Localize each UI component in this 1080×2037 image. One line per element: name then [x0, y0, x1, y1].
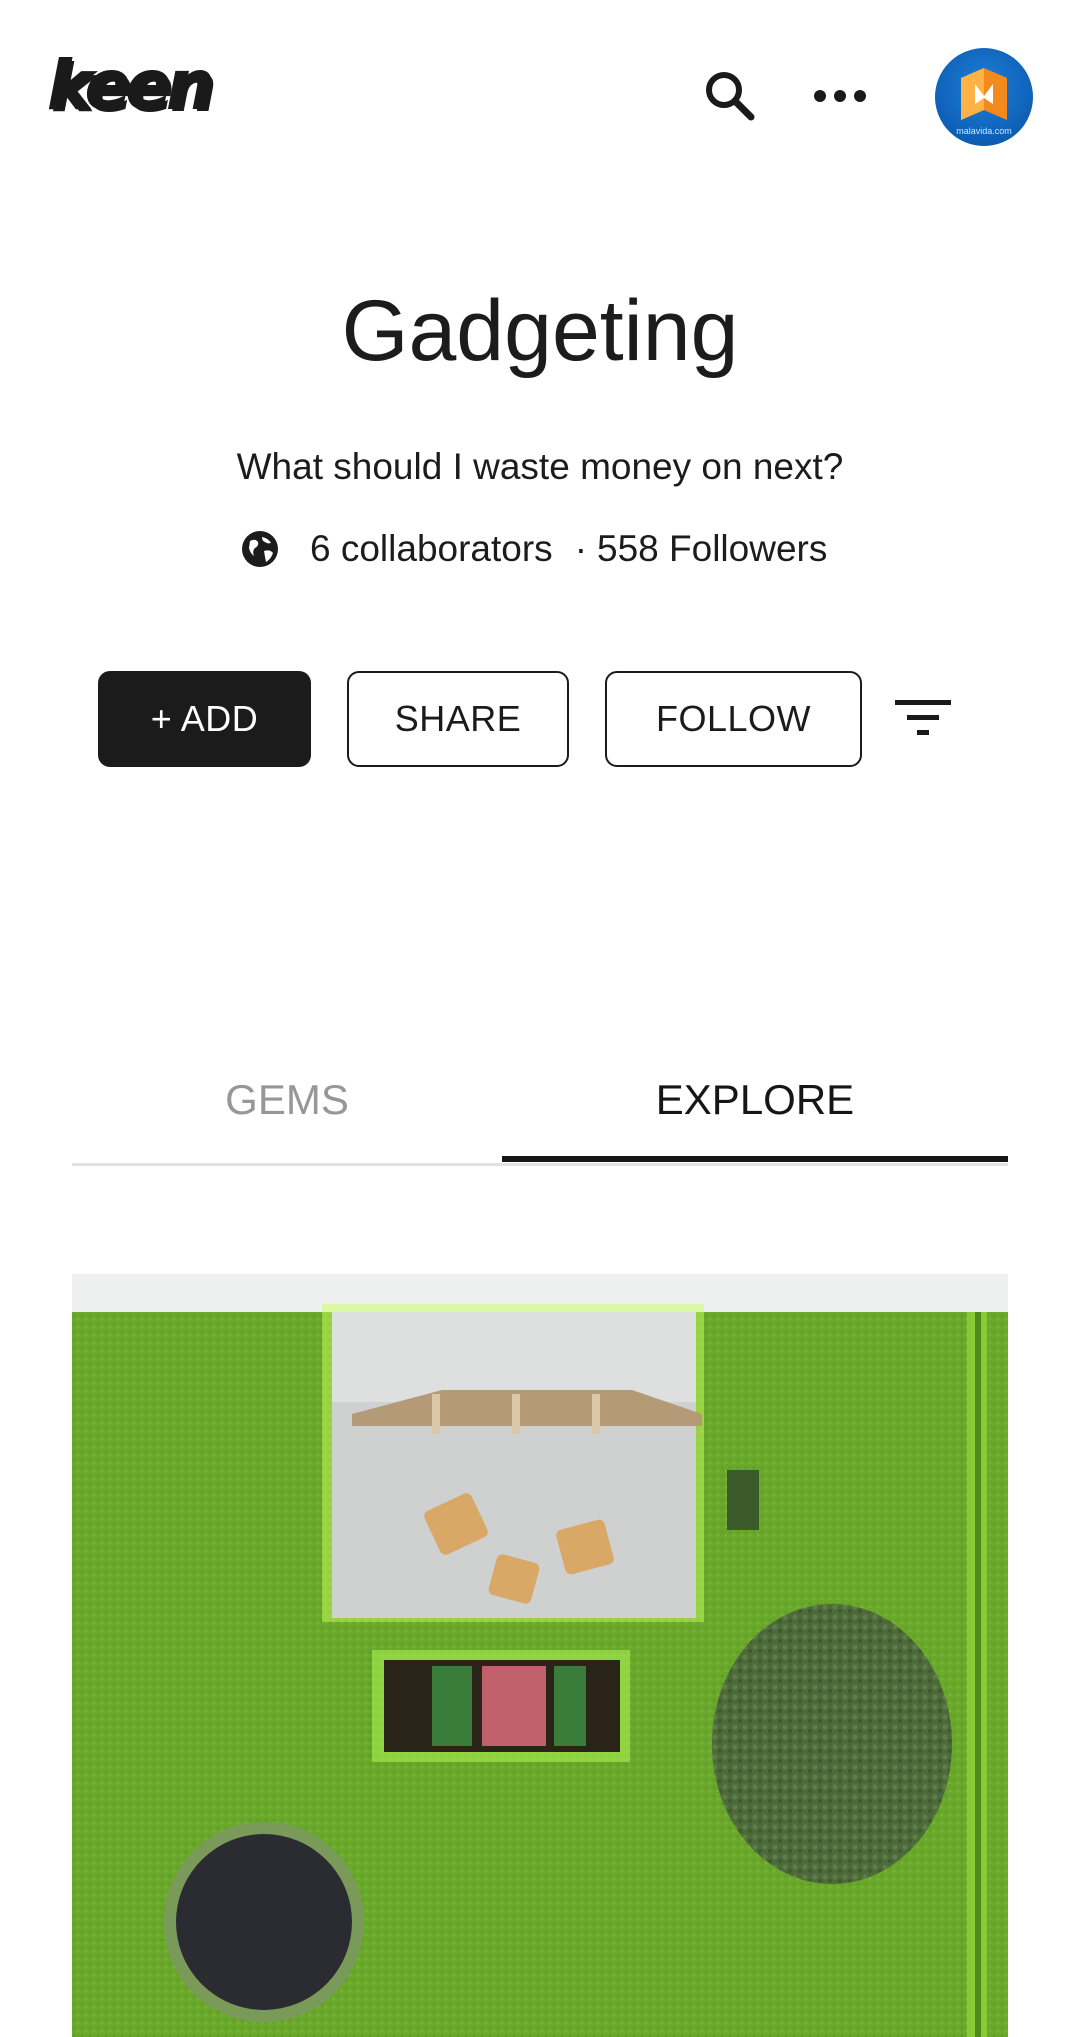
share-button[interactable]: SHARE: [347, 671, 569, 767]
user-avatar[interactable]: malavida.com: [935, 48, 1033, 146]
globe-icon: [242, 531, 278, 567]
follow-button[interactable]: FOLLOW: [605, 671, 862, 767]
search-button[interactable]: [700, 66, 760, 126]
board-meta: 6 collaborators · 558 Followers: [240, 524, 827, 574]
board-description: What should I waste money on next?: [236, 446, 844, 487]
filter-icon: [895, 700, 951, 735]
board-title: Gadgeting: [341, 283, 739, 379]
tabs-divider: [72, 1163, 1008, 1166]
tab-gems[interactable]: GEMS: [72, 1040, 502, 1160]
gem-card-image[interactable]: [72, 1274, 1008, 2037]
search-icon: [706, 72, 755, 121]
more-options-button[interactable]: [810, 66, 870, 126]
followers-count[interactable]: 558 Followers: [597, 528, 827, 570]
filter-button[interactable]: [890, 690, 956, 746]
more-horizontal-icon: [814, 90, 866, 102]
logo-text: keen: [47, 47, 215, 124]
tab-explore[interactable]: EXPLORE: [502, 1040, 1008, 1160]
garden-plan-image: [72, 1274, 1008, 2037]
active-tab-indicator: [502, 1156, 1008, 1162]
keen-logo[interactable]: keen: [47, 47, 220, 124]
meta-separator: ·: [574, 528, 588, 569]
add-button[interactable]: + ADD: [98, 671, 311, 767]
collaborators-count[interactable]: 6 collaborators: [310, 528, 553, 570]
avatar-caption: malavida.com: [956, 126, 1012, 136]
